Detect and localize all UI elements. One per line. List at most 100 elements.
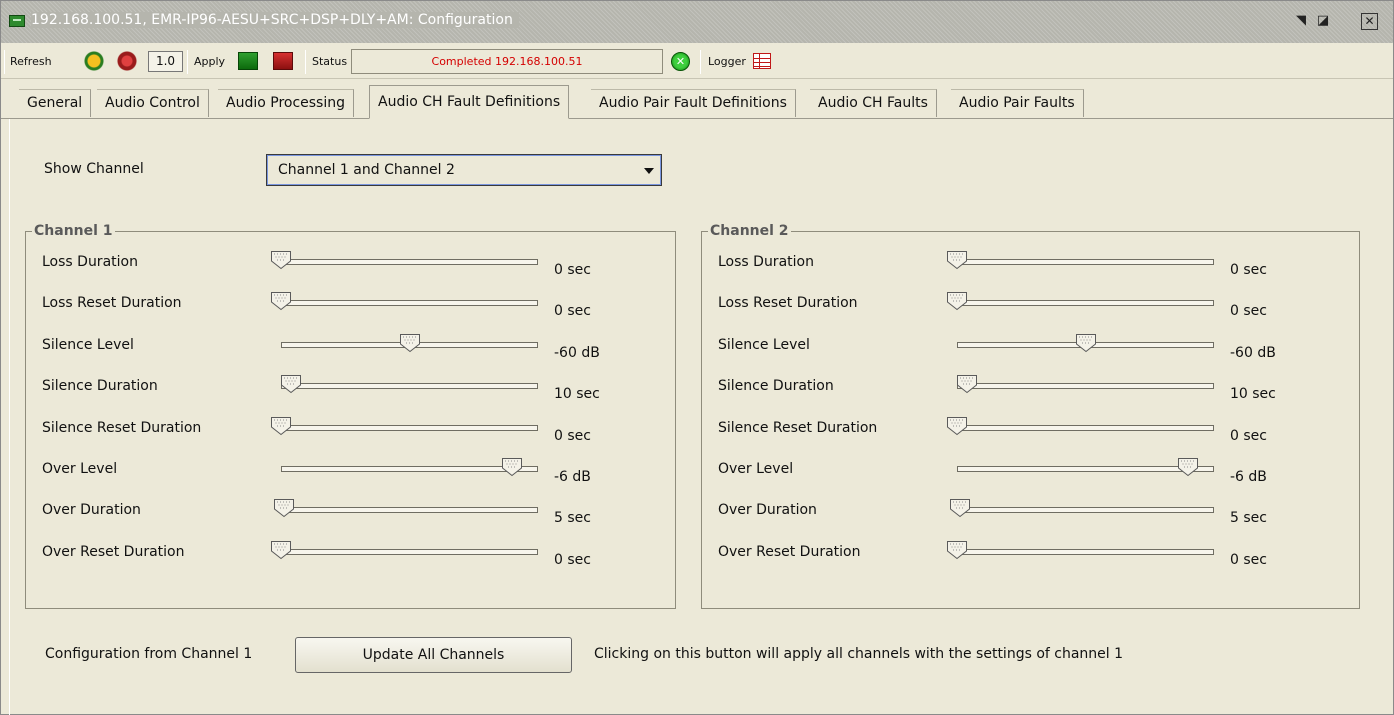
- fault-row-label: Loss Reset Duration: [42, 295, 182, 312]
- fault-row-value: 0 sec: [1230, 551, 1267, 568]
- refresh-all-icon[interactable]: [116, 50, 138, 72]
- slider-thumb[interactable]: [273, 498, 295, 518]
- channel-2-group: Channel 2 Loss Duration 0 sec Loss Reset D…: [701, 223, 1360, 609]
- channel-1-title: Channel 1: [32, 223, 115, 239]
- slider-track[interactable]: [281, 507, 538, 514]
- fault-row-label: Over Reset Duration: [718, 543, 861, 560]
- slider-thumb[interactable]: [1177, 457, 1199, 477]
- update-all-channels-button[interactable]: Update All Channels: [295, 637, 572, 673]
- toolbar: Refresh 1.0 Apply Status Completed 192.1…: [1, 45, 1393, 79]
- slider-track[interactable]: [957, 383, 1214, 390]
- config-window: 192.168.100.51, EMR-IP96-AESU+SRC+DSP+DL…: [0, 0, 1394, 715]
- fault-row-label: Silence Duration: [42, 378, 158, 395]
- slider-track[interactable]: [281, 383, 538, 390]
- apply-icon[interactable]: [238, 52, 258, 70]
- tab-audio-processing[interactable]: Audio Processing: [218, 89, 354, 117]
- slider-thumb[interactable]: [946, 540, 968, 560]
- config-from-label: Configuration from Channel 1: [45, 646, 253, 662]
- toolbar-separator: [4, 50, 5, 74]
- fault-row-value: 0 sec: [554, 427, 591, 444]
- toolbar-separator: [187, 50, 188, 74]
- slider-track[interactable]: [281, 548, 538, 555]
- slider-track[interactable]: [957, 300, 1214, 307]
- fault-row-value: -6 dB: [1230, 469, 1267, 485]
- fault-row-value: -60 dB: [1230, 344, 1276, 361]
- fault-row-label: Silence Reset Duration: [718, 419, 878, 436]
- version-field: 1.0: [148, 51, 183, 72]
- card-icon: [9, 15, 25, 27]
- fault-row-value: 5 sec: [1230, 510, 1267, 527]
- fault-row-value: 0 sec: [554, 262, 591, 278]
- channel-2-title: Channel 2: [708, 223, 791, 239]
- slider-thumb[interactable]: [949, 498, 971, 518]
- fault-row-label: Over Level: [42, 461, 118, 477]
- tab-audio-ch-faults[interactable]: Audio CH Faults: [810, 89, 937, 117]
- update-hint: Clicking on this button will apply all c…: [594, 646, 1124, 662]
- fault-row-label: Loss Reset Duration: [718, 295, 858, 312]
- slider-thumb[interactable]: [946, 291, 968, 311]
- slider-track[interactable]: [281, 259, 538, 265]
- slider-thumb[interactable]: [956, 374, 978, 394]
- tab-audio-control[interactable]: Audio Control: [97, 89, 209, 117]
- chevron-down-icon: [644, 168, 654, 174]
- fault-row-value: 0 sec: [1230, 427, 1267, 444]
- fault-row-value: 0 sec: [1230, 262, 1267, 278]
- slider-thumb[interactable]: [270, 291, 292, 311]
- fault-row-value: 10 sec: [554, 386, 600, 403]
- slider-track[interactable]: [957, 424, 1214, 431]
- slider-track[interactable]: [957, 466, 1214, 472]
- slider-thumb[interactable]: [399, 333, 421, 353]
- status-field: Completed 192.168.100.51: [351, 49, 663, 74]
- slider-track[interactable]: [281, 424, 538, 431]
- maximize-icon[interactable]: ◪: [1313, 11, 1333, 31]
- slider-thumb[interactable]: [946, 250, 968, 270]
- restore-icon[interactable]: ◥: [1291, 11, 1311, 31]
- show-channel-dropdown[interactable]: Channel 1 and Channel 2: [266, 154, 662, 186]
- fault-row-label: Silence Duration: [718, 378, 834, 395]
- slider-track[interactable]: [281, 466, 538, 472]
- fault-row-label: Silence Level: [718, 336, 810, 353]
- slider-thumb[interactable]: [270, 416, 292, 436]
- status-ok-icon: ✕: [671, 52, 690, 71]
- slider-thumb[interactable]: [280, 374, 302, 394]
- apply-all-icon[interactable]: [273, 52, 293, 70]
- toolbar-separator: [305, 50, 306, 74]
- slider-thumb[interactable]: [1075, 333, 1097, 353]
- fault-row-value: -6 dB: [554, 469, 591, 485]
- title-bar[interactable]: 192.168.100.51, EMR-IP96-AESU+SRC+DSP+DL…: [1, 1, 1393, 43]
- fault-row-value: 5 sec: [554, 510, 591, 527]
- fault-row-label: Loss Duration: [718, 254, 814, 270]
- tab-general[interactable]: General: [19, 89, 92, 117]
- window-title: 192.168.100.51, EMR-IP96-AESU+SRC+DSP+DL…: [31, 12, 519, 28]
- slider-track[interactable]: [957, 507, 1214, 514]
- tab-audio-pair-faults[interactable]: Audio Pair Faults: [951, 89, 1084, 117]
- tab-audio-ch-fault-definitions[interactable]: Audio CH Fault Definitions: [369, 85, 570, 119]
- slider-track[interactable]: [281, 300, 538, 307]
- fault-row-label: Silence Reset Duration: [42, 419, 202, 436]
- slider-track[interactable]: [957, 259, 1214, 265]
- slider-thumb[interactable]: [946, 416, 968, 436]
- fault-row-label: Over Duration: [42, 502, 141, 519]
- fault-row-value: 0 sec: [1230, 303, 1267, 320]
- tab-audio-pair-fault-definitions[interactable]: Audio Pair Fault Definitions: [591, 89, 796, 117]
- fault-row-value: 0 sec: [554, 551, 591, 568]
- close-icon[interactable]: ✕: [1361, 13, 1378, 30]
- show-channel-value: Channel 1 and Channel 2: [278, 162, 455, 178]
- tab-content: Show Channel Channel 1 and Channel 2 Cha…: [9, 119, 1386, 715]
- slider-thumb[interactable]: [270, 540, 292, 560]
- logger-label: Logger: [708, 55, 746, 68]
- fault-row-label: Loss Duration: [42, 254, 138, 270]
- slider-track[interactable]: [957, 548, 1214, 555]
- slider-thumb[interactable]: [270, 250, 292, 270]
- fault-row-value: 0 sec: [554, 303, 591, 320]
- fault-row-label: Over Reset Duration: [42, 543, 185, 560]
- channel-1-group: Channel 1 Loss Duration 0 sec Loss Reset D…: [25, 223, 676, 609]
- refresh-icon[interactable]: [83, 50, 105, 72]
- slider-thumb[interactable]: [501, 457, 523, 477]
- apply-label: Apply: [194, 55, 226, 68]
- fault-row-value: 10 sec: [1230, 386, 1276, 403]
- fault-row-value: -60 dB: [554, 344, 600, 361]
- logger-icon[interactable]: [753, 53, 771, 69]
- fault-row-label: Over Duration: [718, 502, 817, 519]
- refresh-label: Refresh: [10, 55, 52, 68]
